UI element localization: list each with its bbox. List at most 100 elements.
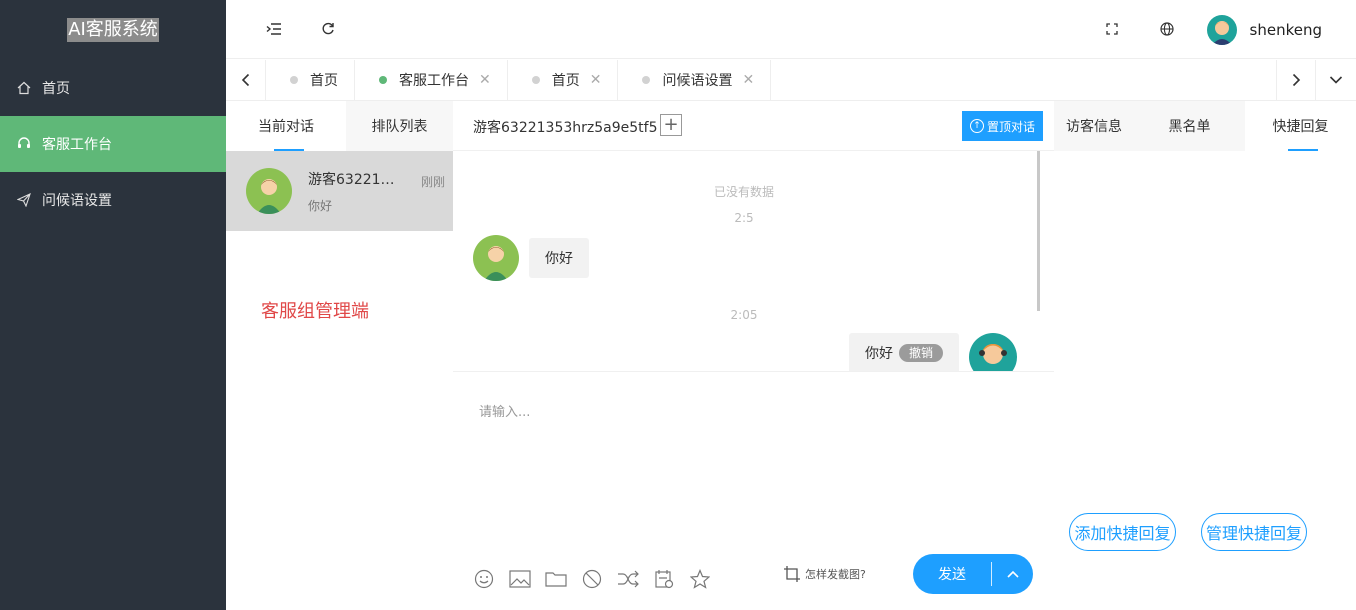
tab-queue[interactable]: 排队列表: [346, 101, 453, 151]
image-icon[interactable]: [509, 568, 531, 590]
add-button[interactable]: +: [660, 114, 682, 136]
chevron-right-icon: [1292, 73, 1301, 87]
home-icon: [16, 80, 32, 96]
fullscreen-icon: [1106, 23, 1118, 35]
close-icon[interactable]: ✕: [590, 72, 602, 88]
message-bubble: 你好: [529, 238, 589, 278]
chat-header: 游客63221353hrz5a9e5tf5 + ↑ 置顶对话: [453, 101, 1054, 151]
close-icon[interactable]: ✕: [742, 72, 754, 88]
conversation-panel: 当前对话 排队列表 游客632213... 你好 刚刚 客服组管理端: [226, 101, 453, 610]
conversation-last-message: 你好: [308, 198, 333, 213]
tab-dot: [379, 76, 387, 84]
arrow-up-circle-icon: ↑: [969, 119, 984, 133]
tab-scroll-right-button[interactable]: [1276, 60, 1316, 100]
message-input[interactable]: [467, 389, 1037, 529]
conversation-time: 刚刚: [420, 175, 445, 189]
manage-quick-reply-button[interactable]: 管理快捷回复: [1201, 513, 1307, 551]
tab-current-conversations[interactable]: 当前对话: [226, 101, 346, 151]
tab-visitor-info[interactable]: 访客信息: [1054, 101, 1134, 151]
conversation-item[interactable]: 游客632213... 你好 刚刚: [226, 151, 453, 231]
tab-blacklist[interactable]: 黑名单: [1134, 101, 1245, 151]
send-icon: [16, 192, 32, 208]
collapse-menu-button[interactable]: [263, 18, 285, 40]
fullscreen-button[interactable]: [1101, 18, 1123, 40]
tab-workbench[interactable]: 客服工作台 ✕: [355, 60, 508, 100]
transfer-icon[interactable]: [617, 568, 639, 590]
pin-label: 置顶对话: [986, 119, 1035, 134]
tab-label: 首页: [551, 73, 580, 89]
indent-icon: [266, 23, 281, 35]
globe-icon: [1160, 22, 1174, 36]
message-text: 你好: [864, 346, 893, 362]
avatar: [473, 235, 519, 281]
block-icon[interactable]: [581, 568, 603, 590]
send-button-group: 发送: [913, 554, 1033, 594]
tab-menu-button[interactable]: [1316, 60, 1356, 100]
tab-label: 客服工作台: [399, 73, 469, 89]
language-button[interactable]: [1156, 18, 1178, 40]
tab-bar: 首页 客服工作台 ✕ 首页 ✕ 问候语设置 ✕: [226, 60, 1356, 101]
tab-label: 首页: [310, 73, 338, 89]
sidebar-item-label: 首页: [42, 81, 70, 97]
message-time: 2:05: [730, 308, 758, 322]
input-toolbar: [473, 568, 725, 590]
chevron-up-icon: [1006, 570, 1019, 578]
tab-dot: [531, 76, 540, 84]
tab-scroll-left-button[interactable]: [226, 60, 266, 100]
brand-title: AI客服系统: [67, 18, 159, 42]
no-more-data: 已没有数据: [713, 185, 774, 199]
folder-icon[interactable]: [545, 568, 567, 590]
tab-home[interactable]: 首页: [266, 60, 355, 100]
chevron-left-icon: [241, 73, 249, 87]
sidebar: AI客服系统 首页 客服工作台 问候语设置: [0, 0, 226, 610]
sidebar-item-workbench[interactable]: 客服工作台: [0, 116, 226, 172]
crop-icon: [784, 566, 800, 582]
tab-dot: [642, 76, 651, 84]
scrollbar[interactable]: [1037, 151, 1040, 311]
username: shenkeng: [1249, 21, 1322, 39]
avatar: [246, 168, 292, 214]
brand: AI客服系统: [0, 0, 226, 60]
tab-greeting[interactable]: 问候语设置 ✕: [618, 60, 772, 100]
conversation-tabs: 当前对话 排队列表: [226, 101, 453, 151]
message-bubble: 你好 撤销: [848, 333, 959, 371]
add-quick-reply-button[interactable]: 添加快捷回复: [1069, 513, 1176, 551]
history-icon[interactable]: [653, 568, 675, 590]
visitor-message: 你好: [473, 235, 589, 281]
tab-dot: [290, 76, 298, 84]
sidebar-item-label: 问候语设置: [42, 193, 112, 209]
send-options-button[interactable]: [992, 570, 1033, 578]
tab-list: 首页 客服工作台 ✕ 首页 ✕ 问候语设置 ✕: [266, 60, 772, 100]
sidebar-item-label: 客服工作台: [42, 137, 112, 153]
star-icon[interactable]: [689, 568, 711, 590]
sidebar-item-greeting[interactable]: 问候语设置: [0, 172, 226, 228]
screenshot-hint: 怎样发截图?: [805, 568, 866, 581]
right-panel-tabs: 访客信息 黑名单 快捷回复: [1054, 101, 1356, 151]
screenshot-help[interactable]: 怎样发截图?: [783, 565, 866, 583]
close-icon[interactable]: ✕: [479, 72, 491, 88]
admin-label: 客服组管理端: [261, 301, 369, 322]
sidebar-item-home[interactable]: 首页: [0, 60, 226, 116]
message-input-area: 怎样发截图? 发送: [453, 373, 1054, 610]
conversation-meta: 游客632213... 你好: [308, 169, 400, 214]
message-time: 2:5: [734, 211, 754, 225]
chat-messages[interactable]: 已没有数据 2:5 你好 2:05 你好 撤销: [453, 151, 1054, 372]
avatar: [1206, 15, 1237, 45]
tab-home-2[interactable]: 首页 ✕: [508, 60, 619, 100]
refresh-icon: [322, 22, 334, 35]
conversation-name: 游客632213...: [308, 171, 400, 188]
chevron-down-icon: [1329, 76, 1343, 84]
user-menu[interactable]: shenkeng: [1206, 15, 1322, 45]
emoji-icon[interactable]: [473, 568, 495, 590]
agent-message: 你好 撤销: [848, 333, 1017, 371]
tab-quick-reply[interactable]: 快捷回复: [1245, 101, 1356, 151]
avatar: [969, 333, 1017, 371]
visitor-title: 游客63221353hrz5a9e5tf5: [473, 120, 658, 136]
recall-button[interactable]: 撤销: [898, 344, 943, 362]
send-button[interactable]: 发送: [913, 564, 991, 584]
tab-label: 问候语设置: [662, 73, 733, 89]
headset-icon: [16, 136, 32, 152]
refresh-button[interactable]: [317, 18, 339, 40]
pin-conversation-button[interactable]: ↑ 置顶对话: [961, 111, 1043, 141]
top-header: shenkeng: [226, 0, 1356, 59]
